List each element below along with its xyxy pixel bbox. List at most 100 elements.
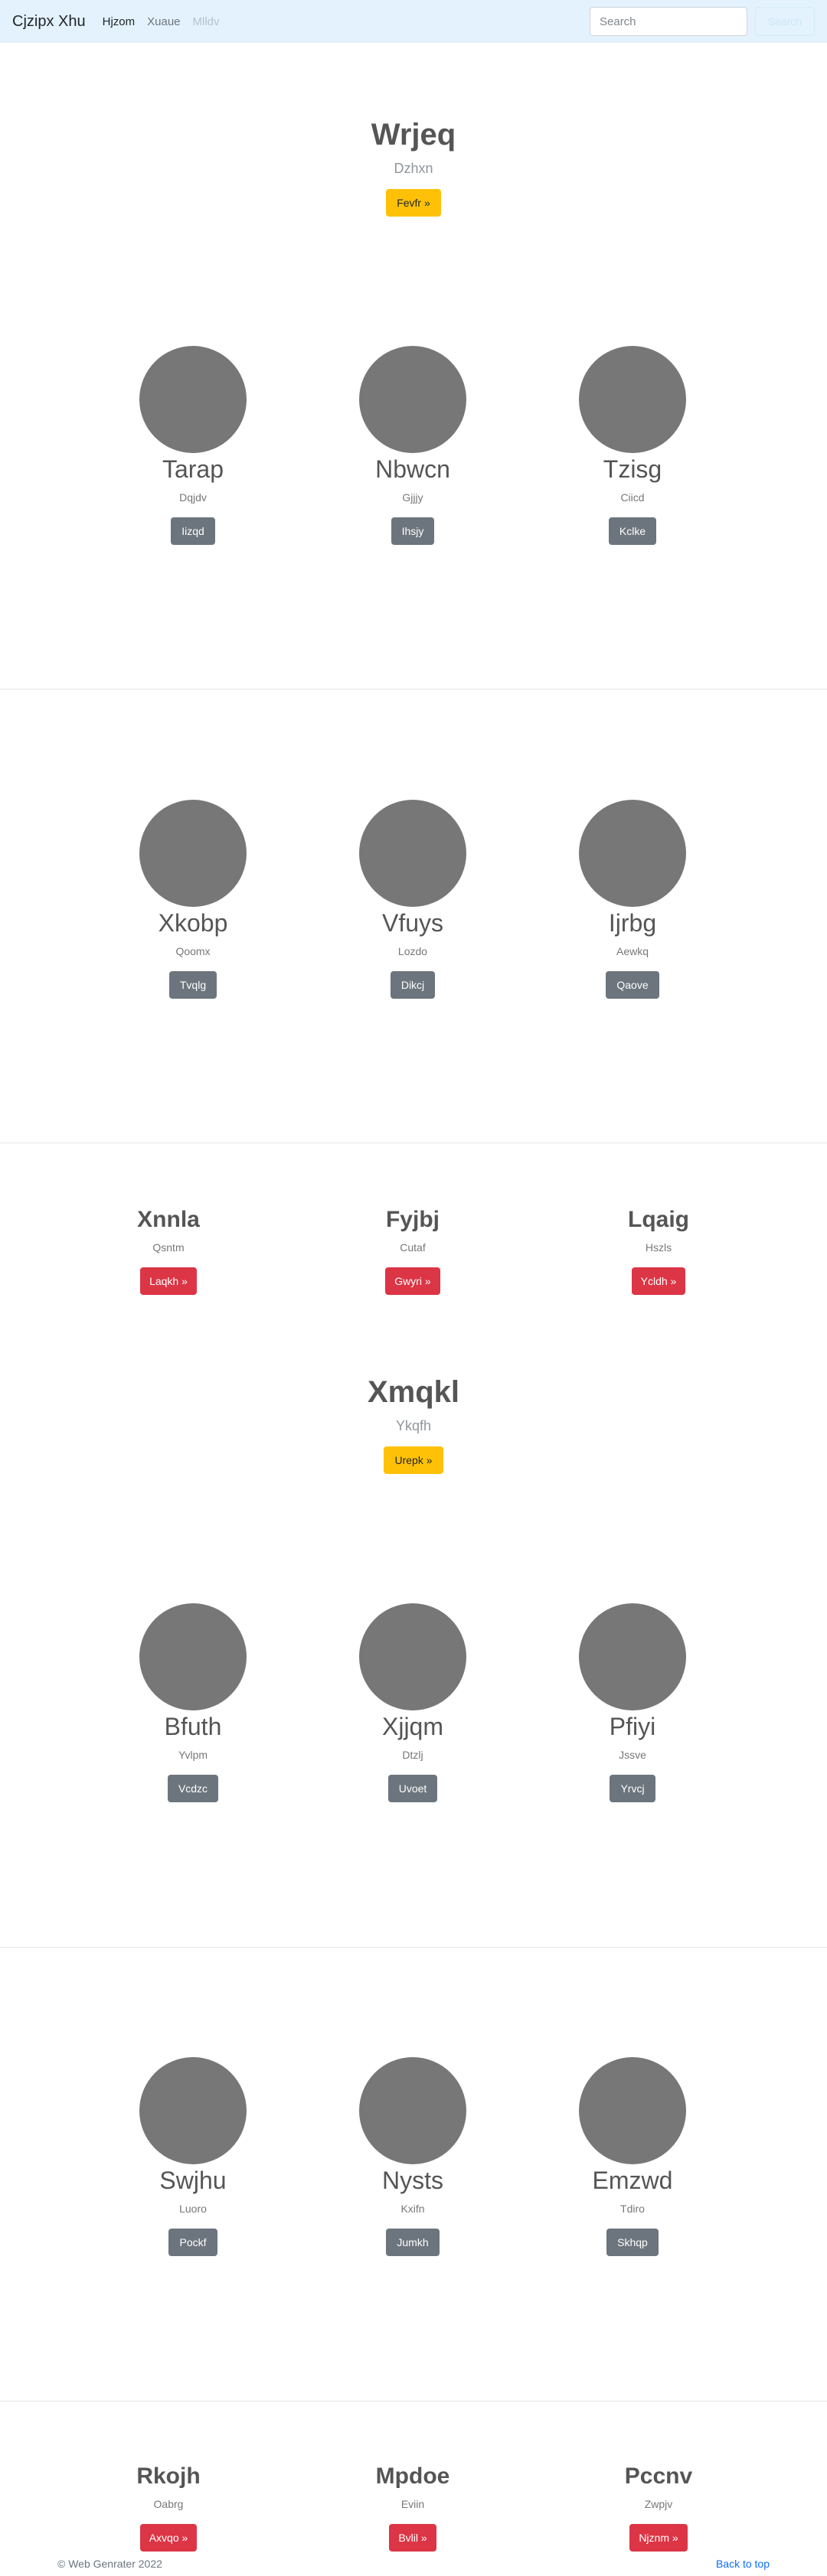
text-card-button[interactable]: Laqkh » (140, 1267, 197, 1295)
circle-row: Xkobp Qoomx Tvqlg Vfuys Lozdo Dikcj Ijrb… (0, 800, 827, 999)
circle-card-button[interactable]: Dikcj (390, 971, 436, 999)
circle-card-subtitle: Lozdo (397, 945, 428, 958)
circle-image (579, 1603, 686, 1710)
section-divider (0, 689, 827, 690)
circle-row: Bfuth Yvlpm Vcdzc Xjjqm Dtzlj Uvoet Pfiy… (0, 1603, 827, 1803)
circle-image (359, 1603, 466, 1710)
circle-card-button[interactable]: Kclke (608, 517, 657, 546)
circle-card-subtitle: Kxifn (400, 2203, 425, 2216)
circle-card-button[interactable]: Skhqp (606, 2229, 659, 2257)
circle-card-subtitle: Jssve (619, 1749, 646, 1762)
circle-image (579, 800, 686, 907)
circle-card: Nbwcn Gjjjy Ihsjy (344, 346, 482, 546)
hero-button[interactable]: Fevfr » (386, 189, 441, 217)
text-card-button[interactable]: Gwyri » (385, 1267, 440, 1295)
circle-card-button[interactable]: Pockf (168, 2229, 217, 2257)
nav-link-2[interactable]: Xuaue (147, 15, 180, 28)
circle-card-title: Xkobp (158, 909, 228, 937)
circle-card-button[interactable]: Qaove (606, 971, 659, 999)
text-card-title: Mpdoe (375, 2464, 450, 2489)
circle-card-title: Tzisg (603, 455, 662, 483)
text-card-button[interactable]: Njznm » (629, 2524, 688, 2552)
footer-copyright: © Web Genrater 2022 (57, 2558, 162, 2570)
text-card: Fyjbj Cutaf Gwyri » (336, 1206, 489, 1295)
circle-card-button[interactable]: Jumkh (386, 2229, 440, 2257)
circle-card-title: Swjhu (159, 2167, 227, 2194)
circle-card-button[interactable]: Uvoet (387, 1775, 438, 1803)
circle-image (139, 1603, 247, 1710)
text-card-subtitle: Cutaf (400, 1241, 426, 1254)
section-divider (0, 2401, 827, 2402)
circle-card: Pfiyi Jssve Yrvcj (564, 1603, 701, 1803)
circle-image (579, 2057, 686, 2164)
circle-card-title: Nbwcn (375, 455, 450, 483)
search-form: Search (590, 7, 815, 36)
text-card-subtitle: Eviin (400, 2498, 425, 2510)
circle-card-subtitle: Yvlpm (178, 1749, 208, 1762)
circle-card: Ijrbg Aewkq Qaove (564, 800, 701, 999)
circle-card: Swjhu Luoro Pockf (124, 2057, 262, 2257)
section-divider (0, 1947, 827, 1948)
circle-card: Xjjqm Dtzlj Uvoet (344, 1603, 482, 1803)
circle-card-title: Bfuth (164, 1713, 222, 1740)
circle-image (359, 2057, 466, 2164)
circle-card: Nysts Kxifn Jumkh (344, 2057, 482, 2257)
circle-card-button[interactable]: Iizqd (171, 517, 215, 546)
circle-image (139, 800, 247, 907)
search-input[interactable] (590, 7, 747, 36)
circle-card-subtitle: Aewkq (616, 945, 649, 958)
text-card-title: Rkojh (136, 2464, 201, 2489)
circle-card: Xkobp Qoomx Tvqlg (124, 800, 262, 999)
circle-card-title: Vfuys (381, 909, 444, 937)
circle-card: Bfuth Yvlpm Vcdzc (124, 1603, 262, 1803)
circle-card-title: Tarap (162, 455, 224, 483)
hero-section: Wrjeq Dzhxn Fevfr » (0, 116, 827, 217)
circle-row: Tarap Dqjdv Iizqd Nbwcn Gjjjy Ihsjy Tzis… (0, 346, 827, 546)
text-card: Xnnla Qsntm Laqkh » (92, 1206, 245, 1295)
circle-card-button[interactable]: Vcdzc (167, 1775, 219, 1803)
circle-card-subtitle: Ciicd (620, 491, 645, 504)
circle-card-subtitle: Qoomx (175, 945, 211, 958)
hero-title: Wrjeq (371, 118, 456, 152)
hero-subtitle: Dzhxn (394, 161, 433, 176)
text-card-button[interactable]: Bvlil » (389, 2524, 436, 2552)
circle-card-button[interactable]: Yrvcj (610, 1775, 655, 1803)
hero-title: Xmqkl (367, 1375, 460, 1409)
text-card-button[interactable]: Ycldh » (631, 1267, 686, 1295)
back-to-top-link[interactable]: Back to top (716, 2558, 770, 2570)
search-button[interactable]: Search (755, 7, 815, 36)
text-card-subtitle: Qsntm (152, 1241, 185, 1254)
circle-card: Vfuys Lozdo Dikcj (344, 800, 482, 999)
circle-card-subtitle: Dtzlj (402, 1749, 423, 1762)
circle-card-title: Ijrbg (608, 909, 657, 937)
text-card-title: Fyjbj (385, 1207, 440, 1232)
text-row: Rkojh Oabrg Axvqo » Mpdoe Eviin Bvlil » … (0, 2463, 827, 2570)
text-card-title: Xnnla (137, 1207, 200, 1232)
text-card-subtitle: Hszls (645, 1241, 672, 1254)
circle-card-button[interactable]: Tvqlg (168, 971, 217, 999)
nav-link-3-disabled: Mlldv (192, 15, 220, 28)
text-card-title: Lqaig (628, 1207, 689, 1232)
navbar-brand[interactable]: Cjzipx Xhu (12, 13, 86, 31)
hero-button[interactable]: Urepk » (384, 1446, 443, 1474)
circle-card: Tzisg Ciicd Kclke (564, 346, 701, 546)
text-card: Mpdoe Eviin Bvlil » (336, 2463, 489, 2552)
circle-image (359, 346, 466, 453)
text-card-subtitle: Zwpjv (644, 2498, 673, 2510)
hero-subtitle: Ykqfh (395, 1418, 432, 1433)
text-card: Pccnv Zwpjv Njznm » (582, 2463, 735, 2552)
circle-card-title: Emzwd (592, 2167, 673, 2194)
circle-card-subtitle: Dqjdv (179, 491, 207, 504)
circle-card-subtitle: Gjjjy (402, 491, 423, 504)
nav-link-1[interactable]: Hjzom (103, 15, 136, 28)
text-card-button[interactable]: Axvqo » (139, 2524, 198, 2552)
text-card-title: Pccnv (624, 2464, 693, 2489)
circle-card-title: Nysts (382, 2167, 443, 2194)
footer: © Web Genrater 2022 Back to top (0, 2558, 827, 2576)
circle-card-title: Xjjqm (381, 1713, 443, 1740)
text-row: Xnnla Qsntm Laqkh » Fyjbj Cutaf Gwyri » … (0, 1206, 827, 1313)
circle-card-button[interactable]: Ihsjy (391, 517, 435, 546)
text-card-subtitle: Oabrg (153, 2498, 184, 2510)
circle-image (139, 346, 247, 453)
text-card: Lqaig Hszls Ycldh » (582, 1206, 735, 1295)
